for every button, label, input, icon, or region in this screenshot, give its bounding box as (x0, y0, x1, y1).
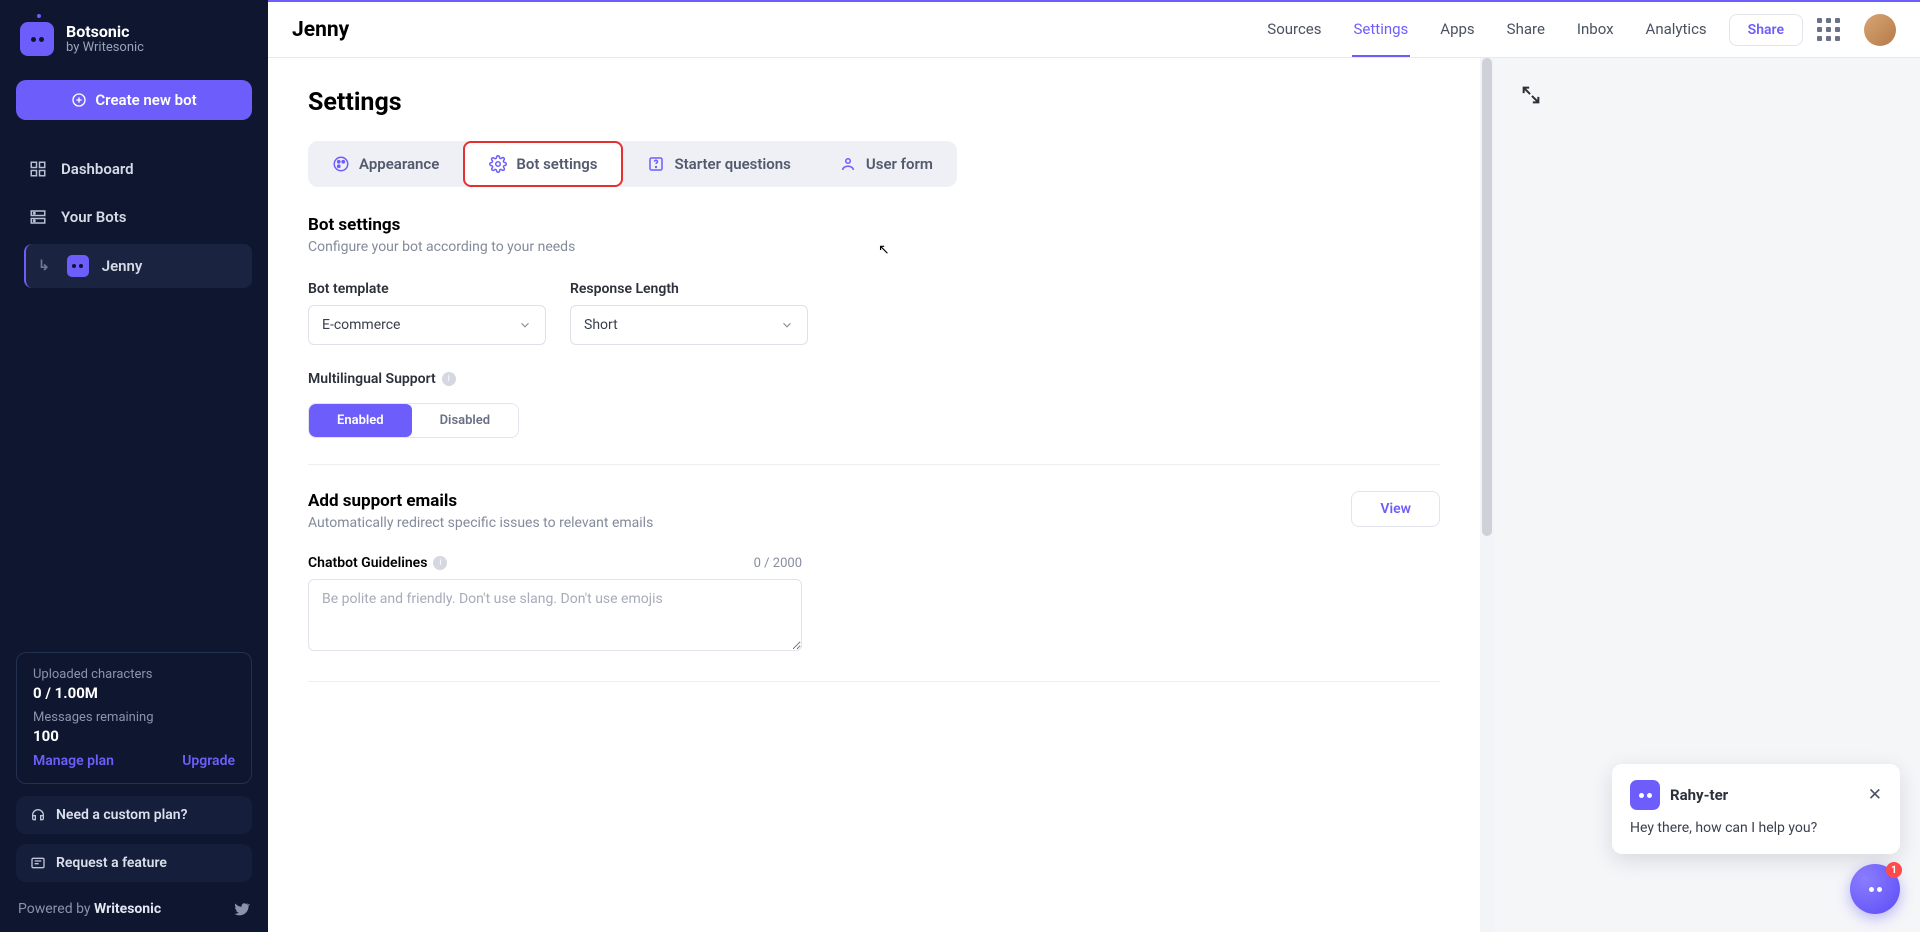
brand-logo-icon (20, 22, 54, 56)
pill-user-form[interactable]: User form (815, 141, 957, 187)
pill-appearance[interactable]: Appearance (308, 141, 463, 187)
expand-icon[interactable] (1520, 84, 1542, 106)
custom-plan-button[interactable]: Need a custom plan? (16, 796, 252, 834)
info-icon[interactable]: i (442, 372, 456, 386)
create-button-label: Create new bot (95, 91, 196, 109)
indent-icon: ↳ (38, 258, 50, 274)
support-emails-title: Add support emails (308, 491, 653, 511)
preview-panel: Rahy-ter ✕ Hey there, how can I help you… (1494, 58, 1920, 932)
powered-by-text: Powered by Writesonic (18, 901, 161, 917)
chat-close-button[interactable]: ✕ (1868, 785, 1882, 805)
messages-remaining-label: Messages remaining (33, 710, 235, 725)
info-icon[interactable]: i (433, 556, 447, 570)
pill-label: Appearance (359, 155, 439, 173)
scrollbar-thumb[interactable] (1482, 58, 1492, 536)
chevron-down-icon (518, 318, 532, 332)
request-feature-button[interactable]: Request a feature (16, 844, 252, 882)
request-feature-label: Request a feature (56, 855, 167, 871)
tab-settings[interactable]: Settings (1352, 3, 1411, 57)
sidebar-item-dashboard[interactable]: Dashboard (16, 148, 252, 190)
bot-avatar-icon (67, 255, 89, 277)
custom-plan-label: Need a custom plan? (56, 807, 187, 823)
sidebar-item-label: Your Bots (61, 208, 127, 226)
user-avatar[interactable] (1864, 14, 1896, 46)
dashboard-icon (28, 159, 48, 179)
sidebar-item-jenny[interactable]: ↳ Jenny (24, 244, 252, 288)
guidelines-counter: 0 / 2000 (754, 556, 802, 571)
support-emails-subtitle: Automatically redirect specific issues t… (308, 515, 653, 531)
pill-starter-questions[interactable]: Starter questions (623, 141, 814, 187)
select-value: E-commerce (322, 317, 400, 333)
guidelines-textarea[interactable] (308, 579, 802, 651)
top-nav-tabs: Sources Settings Apps Share Inbox Analyt… (1265, 3, 1708, 57)
pill-bot-settings[interactable]: Bot settings (463, 141, 623, 187)
chevron-down-icon (780, 318, 794, 332)
response-length-label: Response Length (570, 281, 808, 297)
pill-label: Starter questions (674, 155, 790, 173)
section-subtitle: Configure your bot according to your nee… (308, 239, 1440, 255)
multilingual-toggle: Enabled Disabled (308, 403, 519, 438)
brand-subtitle: by Writesonic (66, 41, 144, 55)
view-emails-button[interactable]: View (1351, 491, 1440, 527)
page-heading: Settings (308, 88, 1440, 117)
tab-sources[interactable]: Sources (1265, 3, 1323, 57)
divider (308, 681, 1440, 682)
uploaded-chars-label: Uploaded characters (33, 667, 235, 682)
question-icon (647, 155, 665, 173)
bot-template-label: Bot template (308, 281, 546, 297)
pill-label: User form (866, 155, 933, 173)
topbar: Jenny Sources Settings Apps Share Inbox … (268, 2, 1920, 58)
chat-message: Hey there, how can I help you? (1630, 820, 1882, 836)
settings-sub-tabs: Appearance Bot settings Starter question… (308, 141, 957, 187)
user-form-icon (839, 155, 857, 173)
chat-fab-button[interactable]: 1 (1850, 864, 1900, 914)
upgrade-link[interactable]: Upgrade (182, 753, 235, 769)
sidebar: Botsonic by Writesonic Create new bot Da… (0, 0, 268, 932)
sidebar-item-label: Jenny (102, 257, 143, 275)
sidebar-item-label: Dashboard (61, 160, 134, 178)
palette-icon (332, 155, 350, 173)
chat-badge: 1 (1886, 862, 1902, 878)
pill-label: Bot settings (516, 155, 597, 173)
scrollbar[interactable] (1480, 58, 1494, 932)
manage-plan-link[interactable]: Manage plan (33, 753, 114, 769)
main-column: Jenny Sources Settings Apps Share Inbox … (268, 0, 1920, 932)
multilingual-enabled-button[interactable]: Enabled (309, 404, 412, 437)
gear-icon (489, 155, 507, 173)
tab-share[interactable]: Share (1505, 3, 1547, 57)
multilingual-label: Multilingual Support (308, 371, 436, 387)
bot-template-select[interactable]: E-commerce (308, 305, 546, 345)
sidebar-item-your-bots[interactable]: Your Bots (16, 196, 252, 238)
twitter-icon[interactable] (232, 900, 250, 918)
sidebar-footer: Powered by Writesonic (16, 896, 252, 918)
chat-popup: Rahy-ter ✕ Hey there, how can I help you… (1612, 764, 1900, 854)
usage-stats-card: Uploaded characters 0 / 1.00M Messages r… (16, 652, 252, 784)
tab-inbox[interactable]: Inbox (1575, 3, 1616, 57)
brand[interactable]: Botsonic by Writesonic (16, 22, 252, 56)
headset-icon (30, 807, 46, 823)
content-panel: Settings Appearance Bot settings Starter… (268, 58, 1480, 932)
select-value: Short (584, 317, 618, 333)
feature-icon (30, 855, 46, 871)
tab-analytics[interactable]: Analytics (1644, 3, 1709, 57)
divider (308, 464, 1440, 465)
share-button[interactable]: Share (1729, 14, 1803, 46)
chat-bot-name: Rahy-ter (1670, 786, 1728, 804)
messages-remaining-value: 100 (33, 727, 235, 745)
guidelines-label: Chatbot Guidelines (308, 555, 427, 571)
plus-circle-icon (71, 92, 87, 108)
multilingual-disabled-button[interactable]: Disabled (412, 404, 519, 437)
create-new-bot-button[interactable]: Create new bot (16, 80, 252, 120)
section-title: Bot settings (308, 215, 1440, 235)
apps-grid-icon[interactable] (1817, 18, 1840, 41)
response-length-select[interactable]: Short (570, 305, 808, 345)
tab-apps[interactable]: Apps (1438, 3, 1476, 57)
page-name: Jenny (292, 18, 349, 42)
brand-title: Botsonic (66, 23, 144, 41)
chat-avatar-icon (1630, 780, 1660, 810)
bots-icon (28, 207, 48, 227)
uploaded-chars-value: 0 / 1.00M (33, 684, 235, 702)
